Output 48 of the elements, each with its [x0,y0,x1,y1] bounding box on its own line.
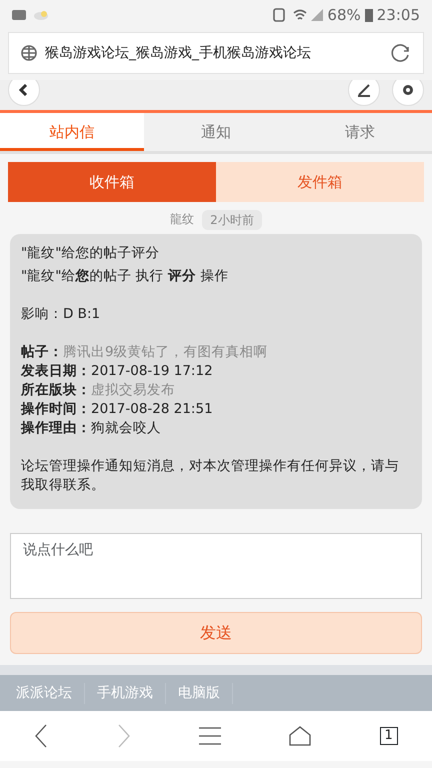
message-line: "龍纹"给您的帖子 执行 评分 操作 [21,267,230,286]
field-label: 发表日期： [21,362,91,381]
nfc-icon [273,8,286,22]
field-value: 狗就会咬人 [91,419,161,438]
tab[interactable]: 站内信 [0,113,144,151]
sender-name: 龍纹 [170,211,194,228]
field-label: 操作时间： [21,400,91,419]
reload-icon[interactable] [391,43,411,63]
settings-button[interactable] [392,80,424,106]
wifi-icon [293,9,308,21]
tab-count-button[interactable]: 1 [380,727,398,745]
clock: 23:05 [376,4,420,26]
compose-button[interactable] [348,80,380,106]
globe-icon [21,45,37,61]
chevron-left-icon [19,84,29,96]
field-label: 操作理由： [21,419,91,438]
message-input[interactable]: 说点什么吧 [10,533,422,599]
message-time: 2小时前 [202,210,262,230]
send-button[interactable]: 发送 [10,612,422,654]
home-icon[interactable] [289,726,312,746]
footer-link[interactable]: 电脑版 [166,682,233,704]
field-value: 2017-08-28 21:51 [91,400,213,419]
pencil-icon [357,83,371,97]
tab[interactable]: 请求 [288,113,432,151]
address-bar[interactable]: 猴岛游戏论坛_猴岛游戏_手机猴岛游戏论坛 [8,32,424,74]
tab[interactable]: 通知 [144,113,288,151]
field-label: 帖子： [21,343,63,362]
message-icon [12,10,26,20]
battery-percent: 68% [327,4,361,26]
back-icon[interactable] [34,724,48,748]
field-value: 2017-08-19 17:12 [91,362,213,381]
weather-icon [34,10,48,20]
notice-text: 论坛管理操作通知短消息，对本次管理操作有任何异议，请与我取得联系。 [21,457,400,495]
field-link[interactable]: 虚拟交易发布 [91,381,175,400]
field-link[interactable]: 腾讯出9级黄钻了，有图有真相啊 [63,343,268,362]
mailbox-tab[interactable]: 发件箱 [216,162,424,202]
battery-icon [364,8,373,22]
footer-link[interactable]: 手机游戏 [85,682,166,704]
page-title: 猴岛游戏论坛_猴岛游戏_手机猴岛游戏论坛 [45,44,312,62]
field-label: 所在版块： [21,381,91,400]
menu-icon[interactable] [198,727,221,745]
impact-text: 影响：D B:1 [21,305,102,324]
back-button[interactable] [8,80,40,106]
settings-icon [401,83,415,97]
message-line: "龍纹"给您的帖子评分 [21,244,160,263]
signal-icon [311,9,324,21]
mailbox-tab[interactable]: 收件箱 [8,162,216,202]
footer-link[interactable]: 派派论坛 [4,682,85,704]
